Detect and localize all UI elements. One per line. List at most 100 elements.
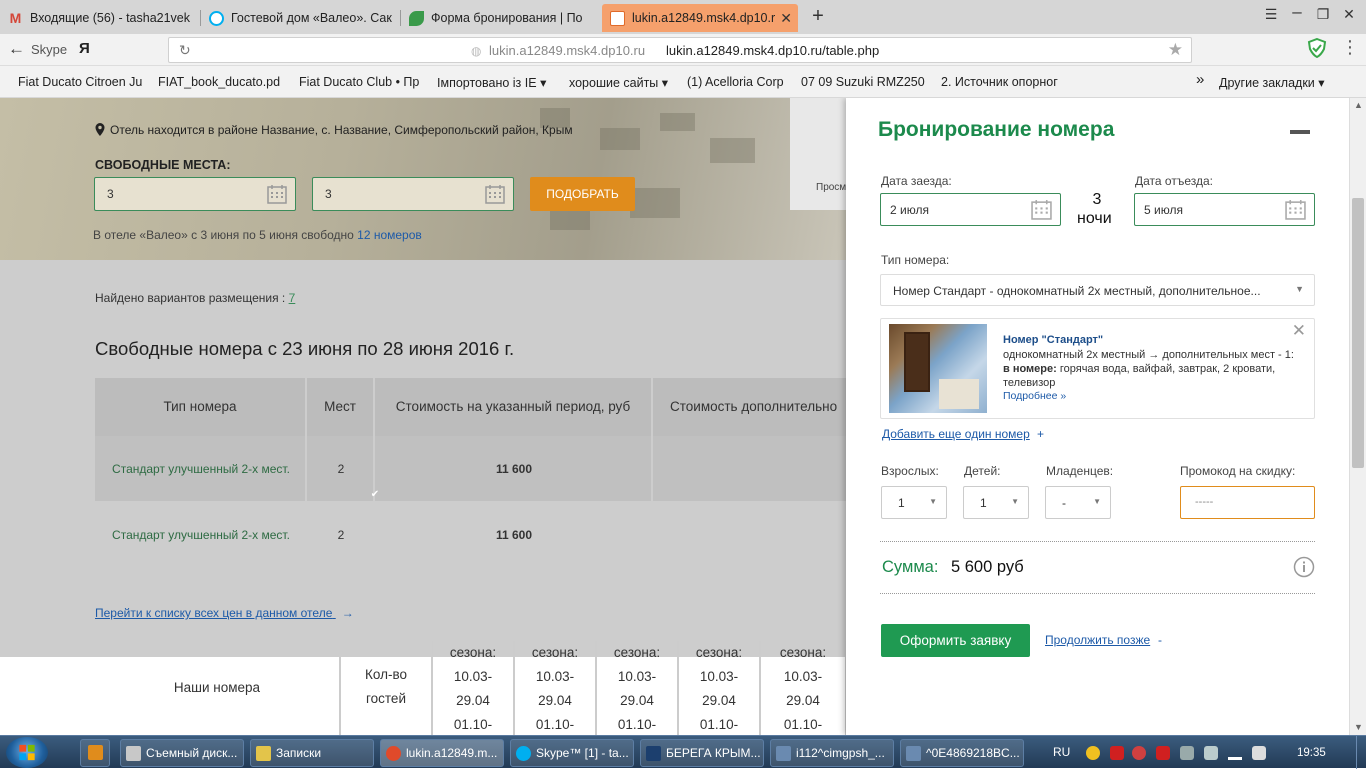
tab-gmail[interactable]: M Входящие (56) - tasha21vek	[0, 4, 200, 32]
calendar-icon[interactable]	[267, 184, 287, 204]
show-desktop-button[interactable]	[1356, 736, 1366, 769]
room-name[interactable]: Стандарт улучшенный 2-х мест.	[95, 528, 307, 542]
bookmark-item[interactable]: 2. Источник опорног	[941, 75, 1069, 89]
places-input-1[interactable]: 3	[94, 177, 296, 211]
pick-button[interactable]: ПОДОБРАТЬ	[530, 177, 635, 211]
volume-tray-icon[interactable]	[1252, 746, 1266, 760]
bookmark-item[interactable]: FIAT_book_ducato.pd	[158, 75, 284, 89]
signal-tray-icon[interactable]	[1228, 746, 1242, 760]
children-select[interactable]: 1 ▼	[963, 486, 1029, 519]
url-input[interactable]: ↻ ◍ lukin.a12849.msk4.dp10.ru lukin.a128…	[168, 37, 1192, 63]
submit-request-button[interactable]: Оформить заявку	[881, 624, 1030, 657]
continue-later-link[interactable]: Продолжить позже	[1045, 633, 1150, 647]
new-tab-button[interactable]: +	[808, 5, 828, 28]
adults-select[interactable]: 1 ▼	[881, 486, 947, 519]
other-bookmarks-folder[interactable]: Другие закладки ▾	[1219, 75, 1325, 90]
col-header-places: Мест	[307, 378, 375, 436]
update-tray-icon[interactable]	[1086, 746, 1100, 760]
hamburger-menu-icon[interactable]: ☰	[1261, 6, 1281, 23]
places-input-2[interactable]: 3	[312, 177, 514, 211]
taskbar-item[interactable]: Съемный диск...	[120, 739, 244, 767]
checkin-date-input[interactable]: 2 июля	[880, 193, 1061, 226]
reload-icon[interactable]: ↻	[179, 42, 191, 59]
bookmark-item[interactable]: Fiat Ducato Citroen Ju	[18, 75, 146, 89]
plus-icon[interactable]: +	[1037, 427, 1044, 441]
infants-select[interactable]: - ▼	[1045, 486, 1111, 519]
bookmark-folder[interactable]: хорошие сайты ▾	[569, 75, 679, 90]
season-col: сезона: 10.03- 29.04 01.10-	[678, 641, 760, 735]
infants-value: -	[1062, 496, 1066, 510]
taskbar-item[interactable]: ^0E4869218BC...	[900, 739, 1024, 767]
tab-active-table[interactable]: lukin.a12849.msk4.dp10.r ✕	[602, 4, 798, 32]
divider	[880, 541, 1315, 542]
restore-window-icon[interactable]: ❐	[1313, 6, 1333, 23]
address-bar-row: ← Skype Я ↻ ◍ lukin.a12849.msk4.dp10.ru …	[0, 34, 1366, 66]
close-icon[interactable]: ✕	[1292, 321, 1306, 341]
yandex-browser-icon	[386, 746, 401, 761]
opera-tray-icon[interactable]	[1132, 746, 1146, 760]
room-more-link[interactable]: Подробнее »	[1003, 390, 1066, 402]
browser-menu-icon[interactable]: ⋮	[1341, 37, 1359, 58]
tools-tray-icon[interactable]	[1180, 746, 1194, 760]
scroll-up-icon[interactable]: ▲	[1354, 100, 1363, 110]
calendar-icon[interactable]	[1285, 199, 1306, 220]
globe-icon: ◍	[471, 44, 482, 58]
calendar-icon[interactable]	[485, 184, 505, 204]
room-photo[interactable]	[889, 324, 987, 413]
infants-label: Младенцев:	[1046, 464, 1114, 478]
taskbar-item[interactable]: i112^cimgpsh_...	[770, 739, 894, 767]
promo-input[interactable]: -----	[1180, 486, 1315, 519]
skype-label[interactable]: Skype	[31, 42, 67, 57]
room-name[interactable]: Стандарт улучшенный 2-х мест.	[95, 462, 307, 476]
guests-header: Кол-во гостей	[340, 657, 432, 735]
all-prices-link[interactable]: Перейти к списку всех цен в данном отеле…	[95, 606, 354, 620]
page-scrollbar[interactable]: ▲ ▼	[1349, 98, 1366, 735]
arrow-right-icon: →	[341, 606, 354, 620]
taskbar-item[interactable]: Записки	[250, 739, 374, 767]
protect-shield-icon[interactable]	[1307, 38, 1327, 58]
media-player-button[interactable]	[80, 739, 110, 767]
minimize-panel-icon[interactable]	[1290, 130, 1310, 134]
bookmark-item[interactable]: Fiat Ducato Club • Пр	[299, 75, 425, 89]
bookmark-item[interactable]: (1) Acelloria Corp	[687, 75, 792, 89]
bookmarks-overflow-icon[interactable]: »	[1196, 71, 1204, 88]
info-icon[interactable]	[1293, 556, 1315, 578]
bookmark-item[interactable]: 07 09 Suzuki RMZ250	[801, 75, 929, 89]
back-arrow-icon[interactable]: ←	[8, 39, 25, 59]
tab-booking-form[interactable]: Форма бронирования | По	[401, 4, 599, 32]
found-count-link[interactable]: 7	[289, 291, 296, 305]
roomtype-select[interactable]: Номер Стандарт - однокомнатный 2х местны…	[880, 274, 1315, 306]
start-button[interactable]	[6, 737, 48, 768]
tab-valeo[interactable]: Гостевой дом «Валео». Сак	[201, 4, 400, 32]
calendar-icon[interactable]	[1031, 199, 1052, 220]
language-indicator[interactable]: RU	[1053, 745, 1070, 759]
add-room-link[interactable]: Добавить еще один номер	[882, 427, 1030, 441]
minimize-window-icon[interactable]: –	[1287, 2, 1307, 22]
children-value: 1	[980, 496, 987, 510]
checkout-date-input[interactable]: 5 июля	[1134, 193, 1315, 226]
close-window-icon[interactable]: ✕	[1339, 6, 1359, 23]
scroll-down-icon[interactable]: ▼	[1354, 722, 1363, 732]
found-variants: Найдено вариантов размещения : 7	[95, 291, 295, 305]
chevron-down-icon: ▾	[1318, 76, 1325, 90]
taskbar-item[interactable]: Skype™ [1] - ta...	[510, 739, 634, 767]
col-header-extra-price: Стоимость дополнительно	[653, 378, 846, 436]
taskbar-item-active[interactable]: lukin.a12849.m...	[380, 739, 504, 767]
antivirus-tray-icon[interactable]	[1156, 746, 1170, 760]
network-tray-icon[interactable]	[1204, 746, 1218, 760]
image-icon	[776, 746, 791, 761]
free-rooms-link[interactable]: 12 номеров	[357, 228, 422, 242]
pdf-tray-icon[interactable]	[1110, 746, 1124, 760]
bookmark-folder[interactable]: Імпортовано із IE ▾	[437, 75, 557, 90]
promo-placeholder: -----	[1195, 496, 1214, 508]
gmail-icon: M	[9, 10, 22, 26]
clock[interactable]: 19:35	[1297, 747, 1326, 759]
taskbar-item[interactable]: БЕРЕГА КРЫМ...	[640, 739, 764, 767]
scrollbar-thumb[interactable]	[1352, 198, 1364, 468]
taskbar-item-label: i112^cimgpsh_...	[796, 746, 885, 760]
bookmark-star-icon[interactable]: ★	[1168, 40, 1183, 60]
room-price: 11 600	[495, 462, 533, 476]
yandex-logo-icon[interactable]: Я	[79, 40, 90, 57]
season-range: 10.03- 29.04 01.10-	[453, 669, 493, 732]
close-tab-icon[interactable]: ✕	[780, 4, 792, 32]
